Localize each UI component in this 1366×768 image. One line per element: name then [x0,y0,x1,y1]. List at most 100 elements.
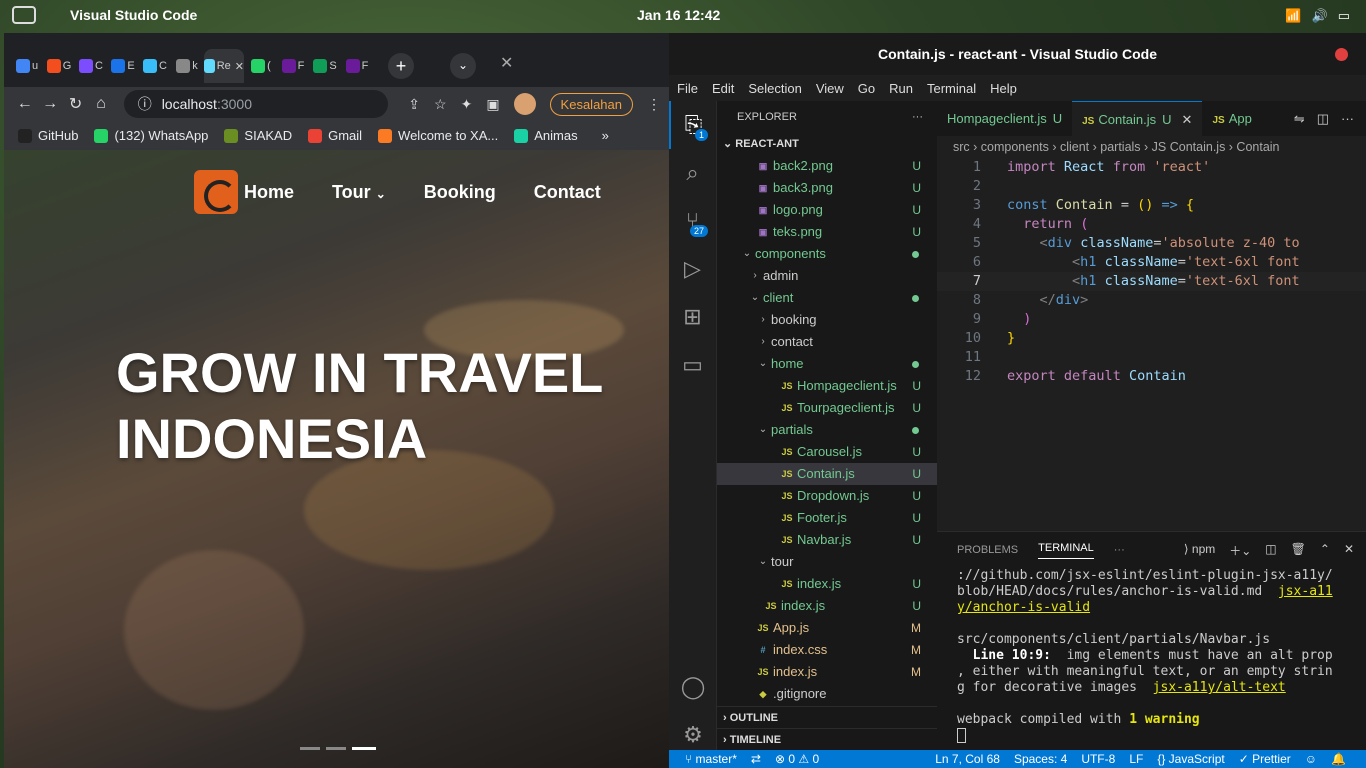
tree-file[interactable]: ▣ logo.png U [717,199,937,221]
browser-tab[interactable]: E [108,49,138,83]
outline-section[interactable]: › OUTLINE [717,706,937,728]
browser-tab[interactable]: C [140,49,170,83]
terminal-output[interactable]: ://github.com/jsx-eslint/eslint-plugin-j… [937,568,1366,743]
menu-item-edit[interactable]: Edit [712,81,734,96]
workspace-root[interactable]: ⌄ REACT-ANT [717,133,937,155]
tree-folder[interactable]: ⌄ tour [717,551,937,573]
tree-file[interactable]: JS App.js M [717,617,937,639]
bookmark-star-icon[interactable]: ☆ [434,96,447,113]
volume-icon[interactable]: 🔊 [1312,8,1328,24]
tree-file[interactable]: ▣ back2.png U [717,155,937,177]
end-of-line[interactable]: LF [1129,750,1143,768]
maximize-panel-icon[interactable]: ⌃ [1320,542,1330,559]
timeline-section[interactable]: › TIMELINE [717,728,937,750]
reload-icon[interactable]: ↻ [63,94,88,114]
tree-file[interactable]: JS Hompageclient.js U [717,375,937,397]
tree-file[interactable]: JS Contain.js U [717,463,937,485]
sidepanel-icon[interactable]: ▣ [486,96,499,113]
carousel-dot[interactable] [326,747,346,750]
language-mode[interactable]: {} JavaScript [1157,750,1224,768]
clock[interactable]: Jan 16 12:42 [637,7,720,23]
run-debug-icon[interactable]: ▷ [669,245,716,293]
tree-file[interactable]: ▣ teks.png U [717,221,937,243]
browser-tab[interactable]: k [172,49,202,83]
menu-item-view[interactable]: View [816,81,844,96]
share-icon[interactable]: ⇪ [408,96,420,113]
carousel-dot[interactable] [300,747,320,750]
more-icon[interactable]: ··· [1341,111,1354,127]
extensions-icon[interactable]: ✦ [461,96,473,113]
tree-folder[interactable]: ⌄ home [717,353,937,375]
tree-file[interactable]: JS index.js U [717,595,937,617]
bookmark-item[interactable]: GitHub [18,128,78,143]
indentation[interactable]: Spaces: 4 [1014,750,1067,768]
carousel-indicators[interactable] [300,747,376,750]
tree-folder[interactable]: ⌄ client [717,287,937,309]
more-actions-icon[interactable]: ··· [912,101,923,133]
tree-folder[interactable]: ⌄ components [717,243,937,265]
menu-item-selection[interactable]: Selection [748,81,801,96]
extensions-icon[interactable]: ⊞ [669,293,716,341]
tree-folder[interactable]: › booking [717,309,937,331]
profile-error-button[interactable]: Kesalahan [549,92,633,116]
remote-explorer-icon[interactable]: ▭ [669,341,716,389]
menu-item-help[interactable]: Help [990,81,1017,96]
tree-file[interactable]: ◆ .gitignore [717,683,937,705]
compare-icon[interactable]: ⇋ [1294,111,1305,127]
close-tab-icon[interactable]: ✕ [1182,112,1193,127]
editor-tab[interactable]: JS Contain.js U ✕ [1072,101,1203,136]
menu-kebab-icon[interactable]: ⋮ [647,96,661,113]
terminal-link[interactable]: jsx-a11 [1278,584,1333,599]
close-panel-icon[interactable]: ✕ [1344,542,1354,559]
nav-home[interactable]: Home [244,182,294,203]
tree-folder[interactable]: › contact [717,331,937,353]
feedback-icon[interactable]: ☺ [1305,750,1317,768]
nav-booking[interactable]: Booking [424,182,496,203]
bookmark-item[interactable]: Animas [514,128,578,143]
tree-file[interactable]: # index.css M [717,639,937,661]
battery-icon[interactable]: ▭ [1338,8,1350,24]
tree-file[interactable]: JS Footer.js U [717,507,937,529]
tab-terminal[interactable]: TERMINAL [1038,542,1094,559]
trash-icon[interactable]: 🗑 [1291,542,1306,559]
close-window-icon[interactable] [1335,48,1348,61]
address-bar[interactable]: ⓘ localhost:3000 [123,90,389,118]
tree-file[interactable]: JS Dropdown.js U [717,485,937,507]
tab-search-icon[interactable]: ⌄ [450,53,476,79]
new-tab-button[interactable]: + [388,53,414,79]
split-terminal-icon[interactable]: ◫ [1265,542,1276,559]
bookmark-item[interactable]: Welcome to XA... [378,128,498,143]
close-window-icon[interactable]: ✕ [500,53,513,73]
more-bookmarks-icon[interactable]: » [602,128,609,143]
forward-icon[interactable]: → [37,95,62,113]
tree-file[interactable]: JS index.js M [717,661,937,683]
tree-folder[interactable]: ⌄ partials [717,419,937,441]
problems-count[interactable]: ⊗ 0 ⚠ 0 [775,750,819,768]
bookmark-item[interactable]: Gmail [308,128,362,143]
menu-item-run[interactable]: Run [889,81,913,96]
browser-tab[interactable]: F [278,49,308,83]
terminal-link[interactable]: jsx-a11y/alt-text [1153,680,1286,695]
browser-tab[interactable]: S [310,49,340,83]
nav-tour[interactable]: Tour ⌄ [332,182,386,203]
site-logo[interactable] [194,170,238,214]
browser-tab[interactable]: G [44,49,74,83]
menu-item-file[interactable]: File [677,81,698,96]
tree-folder[interactable]: › admin [717,265,937,287]
close-tab-icon[interactable]: ✕ [235,60,244,73]
browser-tab[interactable]: Re ✕ [204,49,244,83]
wifi-icon[interactable]: 📶 [1285,8,1301,24]
cursor-position[interactable]: Ln 7, Col 68 [935,750,1000,768]
browser-tab[interactable]: F [342,49,372,83]
bell-icon[interactable]: 🔔 [1331,750,1346,768]
tree-file[interactable]: ▣ back3.png U [717,177,937,199]
menu-item-terminal[interactable]: Terminal [927,81,976,96]
back-icon[interactable]: ← [12,95,37,113]
tree-file[interactable]: JS index.js U [717,573,937,595]
account-icon[interactable]: ◯ [669,663,717,711]
tree-file[interactable]: JS Carousel.js U [717,441,937,463]
bookmark-item[interactable]: SIAKAD [224,128,292,143]
git-branch[interactable]: ⑂ master* [685,750,737,768]
more-icon[interactable]: ··· [1114,544,1125,556]
browser-tab[interactable]: C [76,49,106,83]
